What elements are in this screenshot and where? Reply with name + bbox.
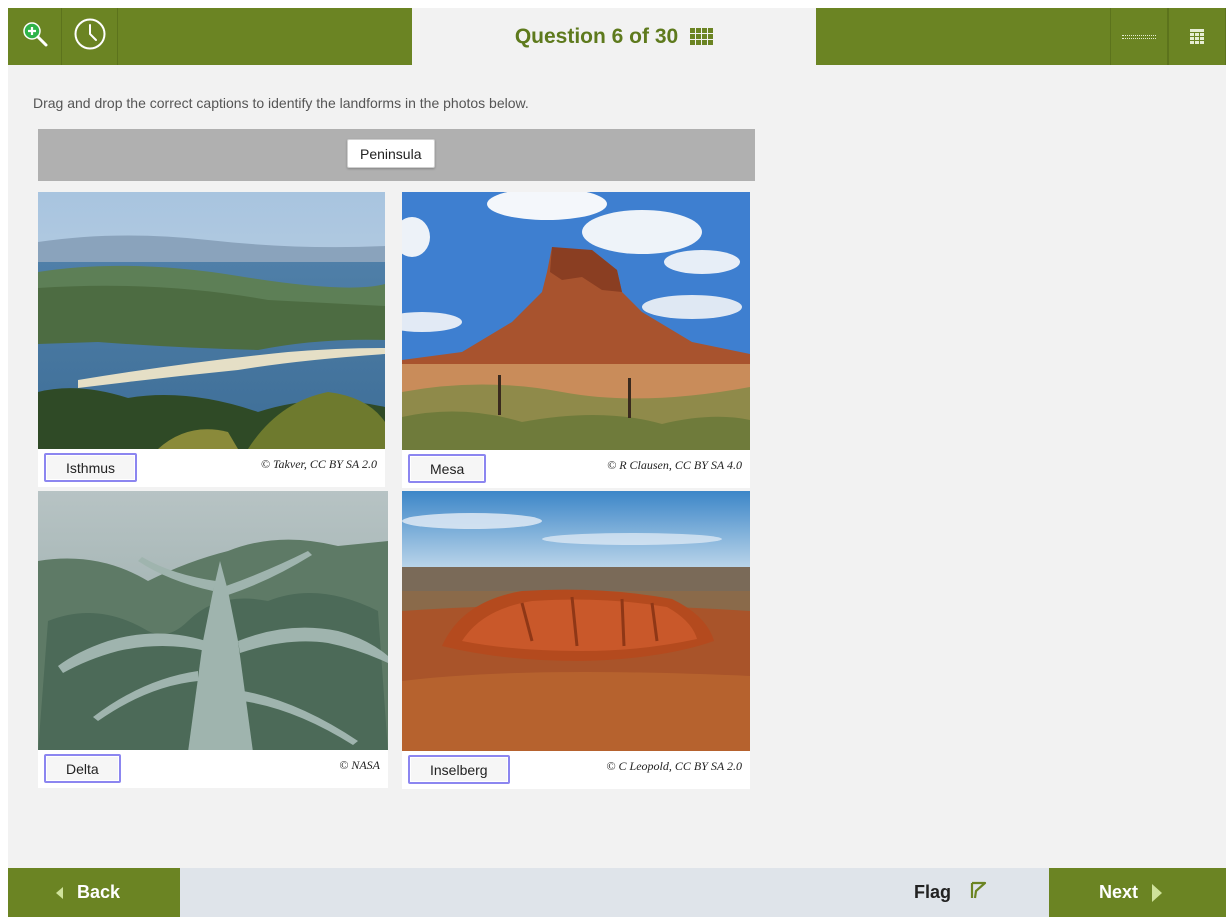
caption-row: Inselberg © C Leopold, CC BY SA 2.0	[402, 751, 750, 789]
photo-card-inselberg: Inselberg © C Leopold, CC BY SA 2.0	[402, 491, 750, 789]
bottom-navigation-bar: Back Flag Next	[8, 868, 1226, 917]
photo-credit: © Takver, CC BY SA 2.0	[260, 457, 377, 471]
photo-card-delta: Delta © NASA	[38, 491, 388, 788]
caption-chip-peninsula[interactable]: Peninsula	[347, 139, 435, 168]
back-label: Back	[77, 882, 121, 902]
photo-credit: © C Leopold, CC BY SA 2.0	[606, 759, 742, 773]
isthmus-photo	[38, 192, 385, 449]
delta-photo	[38, 491, 388, 752]
inselberg-photo	[402, 491, 750, 753]
question-title: Question 6 of 30	[514, 24, 679, 48]
next-label: Next	[1099, 882, 1139, 902]
photo-card-mesa: Mesa © R Clausen, CC BY SA 4.0	[402, 192, 750, 488]
zoom-in-icon	[21, 20, 49, 53]
ruler-button[interactable]	[1110, 8, 1168, 65]
zoom-button[interactable]	[8, 8, 62, 65]
placed-caption-delta[interactable]: Delta	[44, 754, 121, 783]
next-button[interactable]: Next	[1049, 868, 1226, 917]
caption-bank: Peninsula	[38, 129, 755, 181]
drop-zone-1[interactable]: Isthmus	[44, 453, 138, 482]
flag-button[interactable]: Flag	[914, 868, 987, 917]
drop-zone-3[interactable]: Delta	[44, 754, 121, 783]
drop-zone-2[interactable]: Mesa	[408, 454, 487, 483]
timer-button[interactable]	[62, 8, 118, 65]
question-title-bar: Question 6 of 30	[412, 8, 816, 65]
arrow-right-icon	[1152, 883, 1163, 902]
placed-caption-inselberg[interactable]: Inselberg	[408, 755, 510, 784]
caption-row: Mesa © R Clausen, CC BY SA 4.0	[402, 450, 750, 488]
photo-credit: © NASA	[339, 758, 380, 772]
clock-icon	[73, 17, 107, 56]
question-grid-icon[interactable]	[690, 28, 714, 45]
placed-caption-mesa[interactable]: Mesa	[408, 454, 487, 483]
photo-credit: © R Clausen, CC BY SA 4.0	[607, 458, 742, 472]
placed-caption-isthmus[interactable]: Isthmus	[44, 453, 138, 482]
flag-label: Flag	[914, 882, 952, 902]
caption-row: Isthmus © Takver, CC BY SA 2.0	[38, 449, 385, 487]
top-toolbar: Question 6 of 30	[8, 8, 1226, 65]
drop-zone-4[interactable]: Inselberg	[408, 755, 510, 784]
arrow-left-icon	[56, 886, 63, 899]
photo-card-isthmus: Isthmus © Takver, CC BY SA 2.0	[38, 192, 385, 487]
caption-row: Delta © NASA	[38, 750, 388, 788]
back-button[interactable]: Back	[8, 868, 180, 917]
calculator-button[interactable]	[1168, 8, 1226, 65]
ruler-icon	[1122, 34, 1156, 39]
flag-icon	[969, 881, 987, 904]
calculator-icon	[1190, 29, 1204, 44]
mesa-photo	[402, 192, 750, 450]
question-instructions: Drag and drop the correct captions to id…	[33, 95, 529, 111]
